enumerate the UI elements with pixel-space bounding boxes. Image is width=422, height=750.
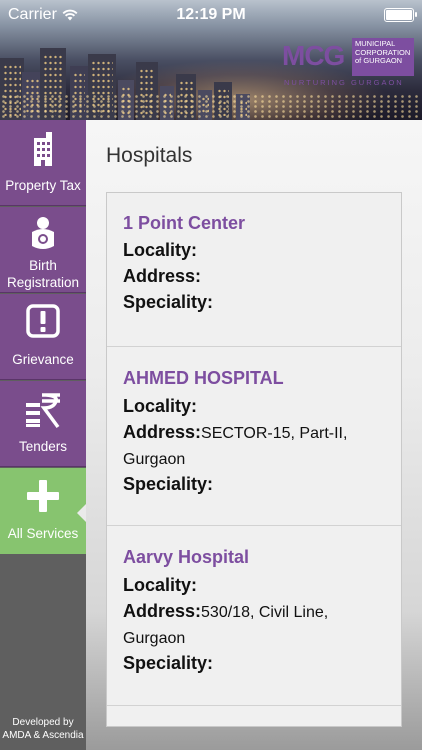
- locality-field: Locality:: [123, 573, 393, 599]
- developer-credit-line: Developed by: [12, 717, 74, 728]
- sidebar-item-birth-registration[interactable]: Birth Registration: [0, 207, 86, 293]
- field-label: Speciality:: [123, 292, 214, 312]
- address-field: Address:530/18, Civil Line, Gurgaon: [123, 599, 393, 651]
- developer-credit: Developed by AMDA & Ascendia: [0, 716, 86, 742]
- building-icon: [34, 132, 52, 166]
- field-label: Address:: [123, 601, 202, 621]
- address-field: Address:SECTOR-15, Part-II, Gurgaon: [123, 420, 393, 472]
- battery-icon: [384, 8, 417, 22]
- logo-tagline: NURTURING GURGAON: [284, 78, 404, 87]
- locality-field: Locality:: [123, 394, 393, 420]
- clock: 12:19 PM: [176, 6, 246, 23]
- field-label: Address:: [123, 422, 202, 442]
- status-bar: Carrier 12:19 PM: [0, 0, 422, 30]
- hospital-list[interactable]: 1 Point Center Locality: Address: Specia…: [106, 192, 402, 727]
- city-lights: [0, 94, 422, 120]
- sidebar-item-all-services[interactable]: All Services: [0, 468, 86, 554]
- speciality-field: Speciality:: [123, 651, 393, 677]
- hospital-name: 1 Point Center: [123, 213, 246, 233]
- sidebar: Property Tax Birth Registration Grievanc…: [0, 120, 86, 750]
- sidebar-item-grievance[interactable]: Grievance: [0, 294, 86, 380]
- rupee-icon: [26, 393, 60, 429]
- field-label: Speciality:: [123, 653, 214, 673]
- locality-field: Locality:: [123, 238, 393, 264]
- hospital-name: AHMED HOSPITAL: [123, 368, 284, 388]
- field-label: Locality:: [123, 575, 198, 595]
- sidebar-item-label: All Services: [7, 526, 79, 541]
- list-item[interactable]: AHMED HOSPITAL Locality: Address:SECTOR-…: [107, 348, 401, 526]
- field-label: Speciality:: [123, 474, 214, 494]
- logo-abbreviation: MCG: [282, 40, 345, 71]
- sidebar-item-property-tax[interactable]: Property Tax: [0, 120, 86, 206]
- field-label: Locality:: [123, 396, 198, 416]
- list-item[interactable]: Aarvy Hospital Locality: Address:530/18,…: [107, 527, 401, 706]
- sidebar-item-label: Birth Registration: [6, 258, 80, 290]
- speciality-field: Speciality:: [123, 290, 393, 316]
- content-area: Hospitals 1 Point Center Locality: Addre…: [86, 120, 422, 750]
- sidebar-item-label: Tenders: [18, 439, 68, 454]
- header-banner: Carrier 12:19 PM MCG MUNICIPAL CORPORATI…: [0, 0, 422, 120]
- field-label: Locality:: [123, 240, 198, 260]
- alert-icon: [26, 304, 60, 338]
- field-label: Address:: [123, 266, 202, 286]
- speciality-field: Speciality:: [123, 472, 393, 498]
- sidebar-item-label: Grievance: [12, 352, 74, 367]
- sidebar-item-label: Property Tax: [5, 178, 81, 193]
- logo-name-box: MUNICIPAL CORPORATION of GURGAON: [352, 38, 414, 76]
- developer-credit-line: AMDA & Ascendia: [2, 730, 84, 741]
- hospital-name: Aarvy Hospital: [123, 547, 250, 567]
- page-title: Hospitals: [106, 144, 193, 167]
- list-item[interactable]: 1 Point Center Locality: Address: Specia…: [107, 193, 401, 347]
- address-field: Address:: [123, 264, 393, 290]
- baby-icon: [32, 217, 54, 249]
- plus-icon: [27, 480, 59, 512]
- mcg-logo: MCG MUNICIPAL CORPORATION of GURGAON NUR…: [282, 38, 416, 87]
- sidebar-item-tenders[interactable]: Tenders: [0, 381, 86, 467]
- logo-line: of GURGAON: [355, 56, 403, 66]
- active-indicator: [77, 504, 86, 522]
